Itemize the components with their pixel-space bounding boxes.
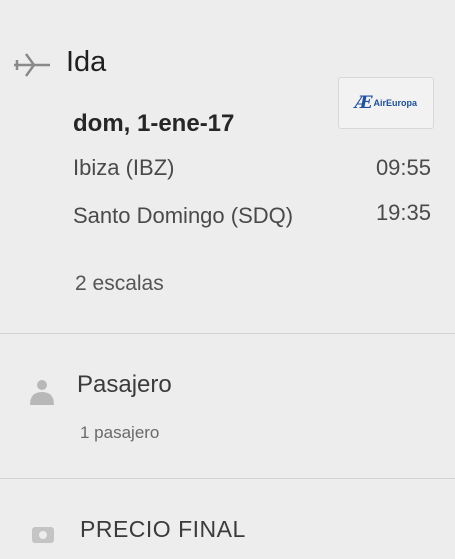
plane-icon [14, 53, 50, 77]
origin-airport: Ibiza (IBZ) [73, 155, 175, 180]
arrival-time: 19:35 [375, 200, 431, 225]
airline-logo: Æ AirEuropa [338, 77, 434, 129]
person-icon [30, 380, 54, 405]
airline-logo-mark: Æ [354, 93, 373, 113]
stops-count: 2 escalas [75, 272, 164, 295]
departure-time: 09:55 [375, 155, 431, 180]
passenger-count: 1 pasajero [80, 423, 160, 442]
price-icon [32, 527, 54, 543]
price-title: PRECIO FINAL [80, 516, 246, 542]
airline-logo-name: AirEuropa [373, 98, 418, 108]
flight-date: dom, 1-ene-17 [73, 110, 235, 137]
outbound-title: Ida [66, 46, 107, 78]
section-divider [0, 333, 455, 334]
destination-airport: Santo Domingo (SDQ) [73, 203, 294, 228]
passengers-title: Pasajero [77, 371, 172, 398]
section-divider [0, 478, 455, 479]
